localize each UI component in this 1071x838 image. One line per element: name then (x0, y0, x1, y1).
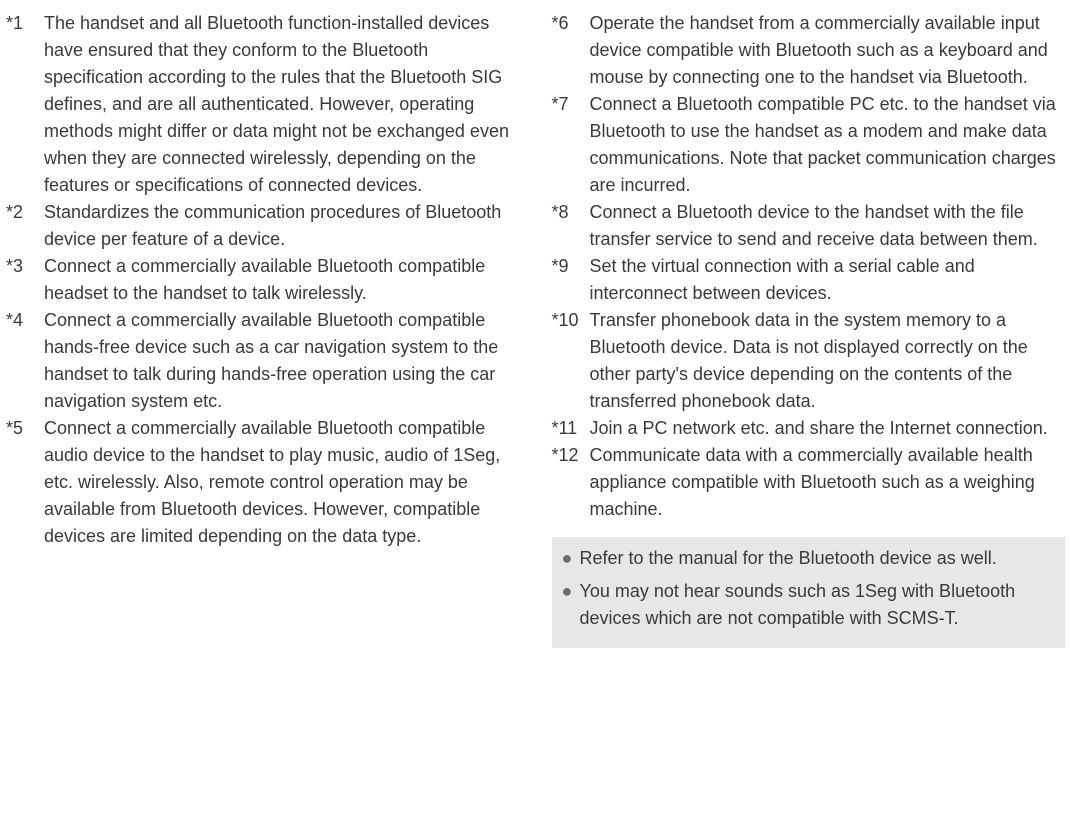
bullet-icon: ● (562, 578, 580, 605)
page: *1 The handset and all Bluetooth functio… (0, 0, 1071, 838)
footnote-text: The handset and all Bluetooth function-i… (44, 10, 520, 199)
footnote-6: *6 Operate the handset from a commercial… (552, 10, 1066, 91)
info-bullet-text: Refer to the manual for the Bluetooth de… (580, 545, 1056, 572)
footnote-8: *8 Connect a Bluetooth device to the han… (552, 199, 1066, 253)
footnote-text: Communicate data with a commercially ava… (590, 442, 1066, 523)
info-bullet-text: You may not hear sounds such as 1Seg wit… (580, 578, 1056, 632)
footnote-text: Connect a commercially available Bluetoo… (44, 415, 520, 550)
footnote-number: *10 (552, 307, 590, 415)
footnote-number: *6 (552, 10, 590, 91)
footnote-number: *2 (6, 199, 44, 253)
footnote-4: *4 Connect a commercially available Blue… (6, 307, 520, 415)
footnote-11: *11 Join a PC network etc. and share the… (552, 415, 1066, 442)
footnote-10: *10 Transfer phonebook data in the syste… (552, 307, 1066, 415)
footnote-text: Connect a commercially available Bluetoo… (44, 253, 520, 307)
footnote-number: *4 (6, 307, 44, 415)
footnote-number: *11 (552, 415, 590, 442)
footnote-text: Operate the handset from a commercially … (590, 10, 1066, 91)
info-bullet-2: ● You may not hear sounds such as 1Seg w… (562, 578, 1056, 632)
footnote-9: *9 Set the virtual connection with a ser… (552, 253, 1066, 307)
footnote-number: *12 (552, 442, 590, 523)
footnote-5: *5 Connect a commercially available Blue… (6, 415, 520, 550)
footnote-text: Connect a Bluetooth device to the handse… (590, 199, 1066, 253)
left-column: *1 The handset and all Bluetooth functio… (0, 10, 520, 838)
bullet-icon: ● (562, 545, 580, 572)
footnote-3: *3 Connect a commercially available Blue… (6, 253, 520, 307)
footnote-7: *7 Connect a Bluetooth compatible PC etc… (552, 91, 1066, 199)
footnote-number: *1 (6, 10, 44, 199)
footnote-2: *2 Standardizes the communication proced… (6, 199, 520, 253)
footnote-1: *1 The handset and all Bluetooth functio… (6, 10, 520, 199)
footnote-number: *7 (552, 91, 590, 199)
info-bullet-1: ● Refer to the manual for the Bluetooth … (562, 545, 1056, 572)
footnote-text: Standardizes the communication procedure… (44, 199, 520, 253)
footnote-text: Transfer phonebook data in the system me… (590, 307, 1066, 415)
info-box: ● Refer to the manual for the Bluetooth … (552, 537, 1066, 648)
footnote-number: *3 (6, 253, 44, 307)
footnote-text: Join a PC network etc. and share the Int… (590, 415, 1066, 442)
footnote-number: *5 (6, 415, 44, 550)
right-column: *6 Operate the handset from a commercial… (552, 10, 1071, 838)
footnote-number: *9 (552, 253, 590, 307)
footnote-text: Connect a Bluetooth compatible PC etc. t… (590, 91, 1066, 199)
footnote-text: Set the virtual connection with a serial… (590, 253, 1066, 307)
footnote-text: Connect a commercially available Bluetoo… (44, 307, 520, 415)
footnote-number: *8 (552, 199, 590, 253)
footnote-12: *12 Communicate data with a commercially… (552, 442, 1066, 523)
